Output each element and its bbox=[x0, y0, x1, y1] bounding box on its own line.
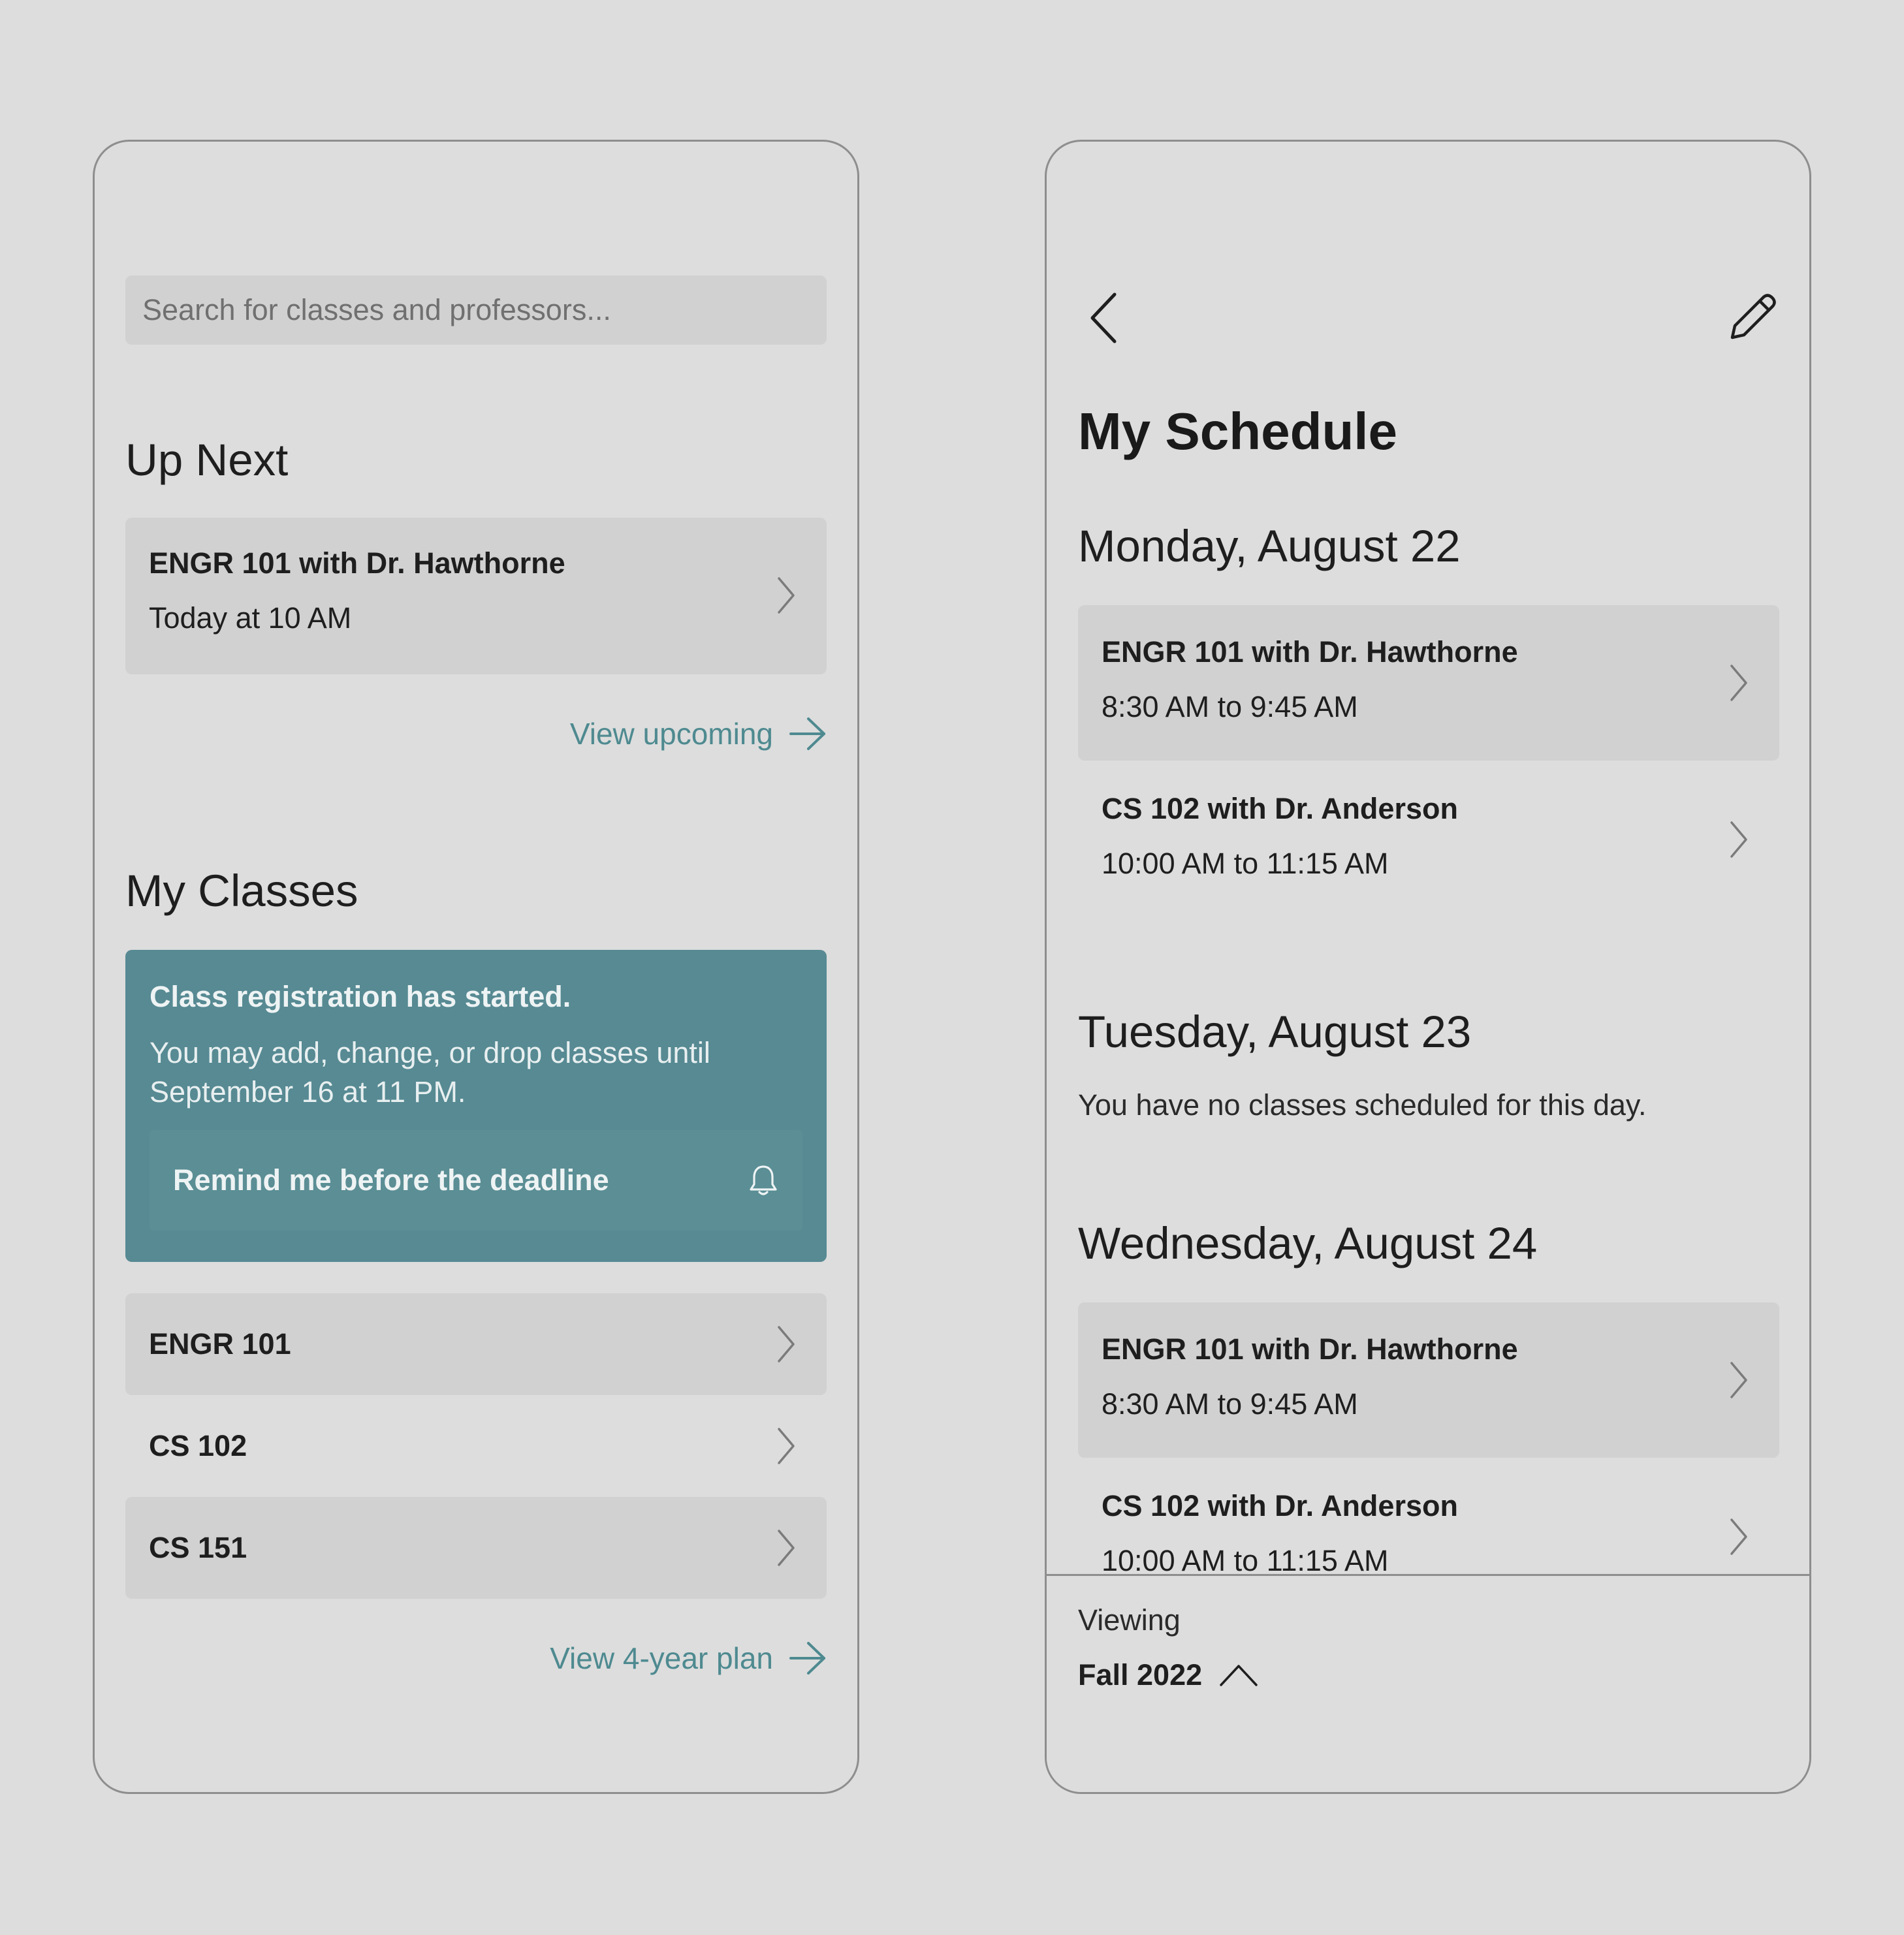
home-screen: Up Next ENGR 101 with Dr. Hawthorne Toda… bbox=[93, 140, 859, 1794]
schedule-item-title: ENGR 101 with Dr. Hawthorne bbox=[1102, 635, 1518, 669]
class-label: ENGR 101 bbox=[149, 1327, 291, 1361]
arrow-right-icon bbox=[789, 717, 825, 750]
up-next-class-title: ENGR 101 with Dr. Hawthorne bbox=[149, 546, 565, 580]
viewing-label: Viewing bbox=[1078, 1603, 1181, 1637]
schedule-screen: My Schedule Monday, August 22 ENGR 101 w… bbox=[1045, 140, 1811, 1794]
term-selector[interactable]: Fall 2022 bbox=[1078, 1658, 1258, 1692]
page-title: My Schedule bbox=[1078, 402, 1398, 460]
class-row-cs-151[interactable]: CS 151 bbox=[125, 1497, 827, 1599]
schedule-item-time: 10:00 AM to 11:15 AM bbox=[1102, 1544, 1389, 1577]
chevron-right-icon bbox=[1730, 1362, 1747, 1398]
schedule-item-time: 8:30 AM to 9:45 AM bbox=[1102, 1387, 1358, 1421]
day-heading-wednesday: Wednesday, August 24 bbox=[1078, 1218, 1538, 1268]
chevron-up-icon bbox=[1220, 1665, 1258, 1686]
chevron-right-icon bbox=[778, 1326, 795, 1362]
schedule-item-title: CS 102 with Dr. Anderson bbox=[1102, 792, 1458, 825]
up-next-card[interactable]: ENGR 101 with Dr. Hawthorne Today at 10 … bbox=[125, 518, 827, 674]
day-heading-tuesday: Tuesday, August 23 bbox=[1078, 1007, 1472, 1057]
schedule-item[interactable]: CS 102 with Dr. Anderson 10:00 AM to 11:… bbox=[1078, 762, 1779, 917]
no-classes-message: You have no classes scheduled for this d… bbox=[1078, 1088, 1647, 1122]
schedule-item[interactable]: ENGR 101 with Dr. Hawthorne 8:30 AM to 9… bbox=[1078, 605, 1779, 761]
view-4-year-plan-link[interactable]: View 4-year plan bbox=[550, 1641, 827, 1676]
remind-button-label: Remind me before the deadline bbox=[173, 1163, 609, 1197]
day-heading-monday: Monday, August 22 bbox=[1078, 521, 1461, 571]
class-label: CS 102 bbox=[149, 1429, 247, 1462]
chevron-right-icon bbox=[1730, 665, 1747, 701]
search-input[interactable] bbox=[141, 292, 827, 328]
up-next-heading: Up Next bbox=[125, 435, 289, 485]
class-row-cs-102[interactable]: CS 102 bbox=[125, 1395, 827, 1497]
schedule-item-title: ENGR 101 with Dr. Hawthorne bbox=[1102, 1332, 1518, 1366]
chevron-right-icon bbox=[778, 1530, 795, 1566]
schedule-item-time: 10:00 AM to 11:15 AM bbox=[1102, 847, 1389, 880]
banner-title: Class registration has started. bbox=[150, 980, 571, 1013]
schedule-item-time: 8:30 AM to 9:45 AM bbox=[1102, 690, 1358, 723]
view-upcoming-link[interactable]: View upcoming bbox=[570, 716, 827, 751]
remind-button[interactable]: Remind me before the deadline bbox=[150, 1130, 802, 1231]
up-next-class-time: Today at 10 AM bbox=[149, 601, 352, 635]
chevron-right-icon bbox=[1730, 1518, 1747, 1555]
term-label: Fall 2022 bbox=[1078, 1658, 1203, 1691]
schedule-item-title: CS 102 with Dr. Anderson bbox=[1102, 1489, 1458, 1522]
view-upcoming-label: View upcoming bbox=[569, 717, 773, 751]
search-bar[interactable] bbox=[125, 275, 827, 345]
banner-message: You may add, change, or drop classes unt… bbox=[150, 1036, 710, 1109]
back-chevron-icon[interactable] bbox=[1088, 292, 1119, 344]
pencil-icon[interactable] bbox=[1728, 292, 1778, 341]
arrow-right-icon bbox=[789, 1642, 825, 1675]
registration-banner: Class registration has started. You may … bbox=[125, 950, 827, 1262]
class-label: CS 151 bbox=[149, 1531, 247, 1564]
class-row-engr-101[interactable]: ENGR 101 bbox=[125, 1293, 827, 1395]
bell-icon bbox=[750, 1165, 777, 1195]
chevron-right-icon bbox=[778, 577, 795, 614]
chevron-right-icon bbox=[1730, 821, 1747, 858]
term-footer: Viewing Fall 2022 bbox=[1047, 1574, 1809, 1792]
schedule-item[interactable]: ENGR 101 with Dr. Hawthorne 8:30 AM to 9… bbox=[1078, 1302, 1779, 1458]
view-4-year-plan-label: View 4-year plan bbox=[550, 1641, 773, 1675]
chevron-right-icon bbox=[778, 1428, 795, 1464]
my-classes-heading: My Classes bbox=[125, 866, 358, 916]
